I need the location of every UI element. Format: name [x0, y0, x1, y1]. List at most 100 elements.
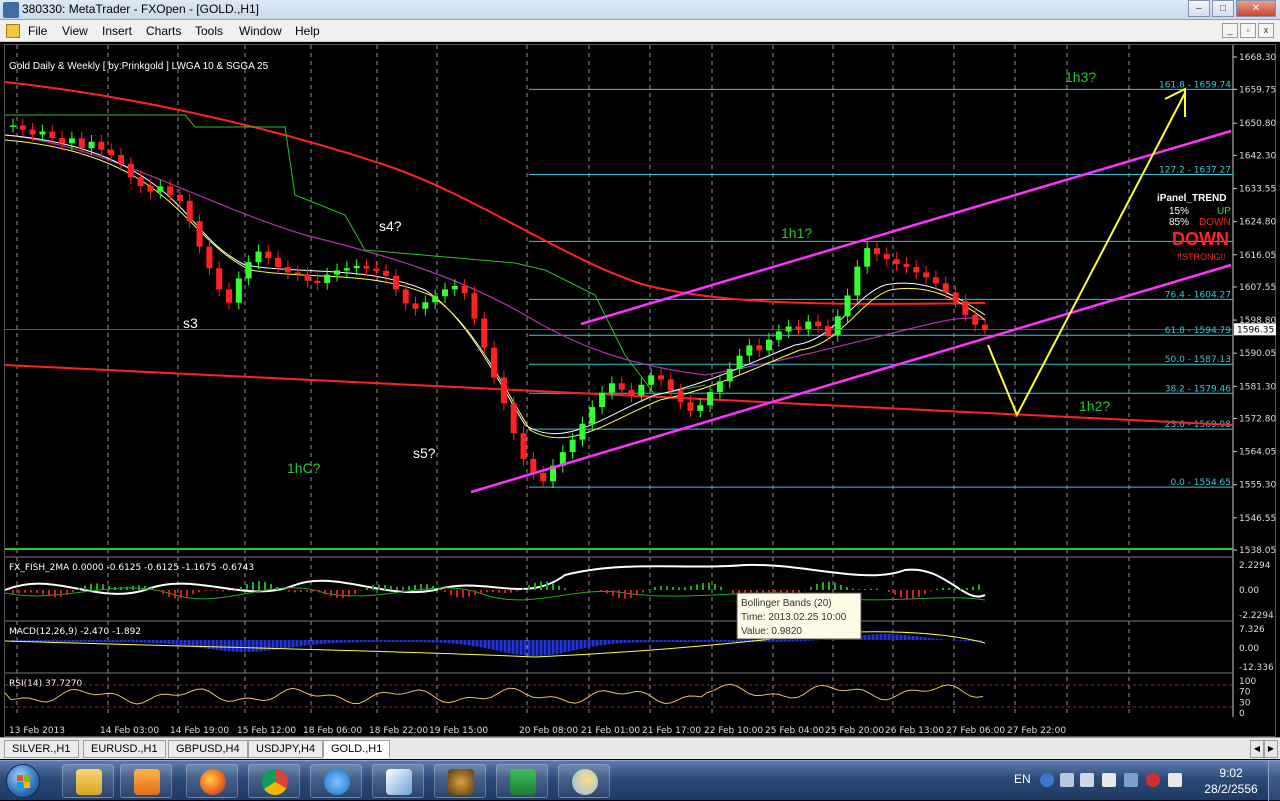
fib-level-label: 127.2 - 1637.27 [1159, 165, 1231, 175]
windows-logo-icon [17, 775, 31, 789]
tooltip-line: Time: 2013.02.25 10:00 [741, 612, 847, 623]
excel-icon[interactable] [496, 764, 548, 798]
candle-body [589, 407, 596, 424]
candle-body [883, 254, 890, 260]
pin-icon[interactable] [1060, 773, 1074, 787]
candle-body [874, 248, 880, 255]
keyboard-icon[interactable] [1080, 773, 1094, 787]
tab-usdjpy[interactable]: USDJPY,H4 [248, 740, 324, 758]
menu-view[interactable]: View [62, 24, 88, 38]
paint-icon[interactable] [558, 764, 610, 798]
candle-body [942, 283, 949, 293]
tooltip-line: Value: 0.9820 [741, 626, 802, 637]
chart-restore-button[interactable]: ▫ [1240, 23, 1256, 38]
ipanel-strong: !!STRONG!! [1177, 252, 1226, 262]
candle-body [235, 278, 242, 303]
candle-body [707, 391, 714, 406]
close-button[interactable]: ✕ [1236, 0, 1276, 17]
candle-body [196, 221, 203, 247]
candle-body [982, 324, 988, 330]
current-price-label: 1596.35 [1237, 325, 1274, 335]
chart-minimize-button[interactable]: _ [1222, 23, 1238, 38]
tab-gbpusd[interactable]: GBPUSD,H4 [168, 740, 248, 758]
candle-body [324, 274, 331, 283]
trading-app-icon[interactable] [434, 764, 486, 798]
time-tick-label: 18 Feb 06:00 [303, 726, 362, 736]
help-icon[interactable] [1040, 773, 1054, 787]
menu-tools[interactable]: Tools [195, 24, 223, 38]
candle-body [49, 131, 56, 138]
price-tick-label: 1633.55 [1239, 185, 1276, 195]
tab-eurusd[interactable]: EURUSD.,H1 [83, 740, 166, 758]
candle-body [59, 137, 66, 144]
chart-document-icon[interactable] [6, 24, 20, 38]
macd-indicator-tick-label: 0.00 [1239, 644, 1259, 654]
network-icon[interactable] [1124, 773, 1138, 787]
candle-body [186, 200, 193, 222]
menu-help[interactable]: Help [295, 24, 320, 38]
candle-body [628, 389, 635, 396]
menu-window[interactable]: Window [239, 24, 282, 38]
candle-body [88, 141, 95, 149]
tab-scroll-left-icon[interactable]: ◀ [1250, 740, 1264, 758]
candle-body [648, 375, 655, 385]
candle-body [304, 274, 311, 281]
flag-icon[interactable] [1102, 773, 1116, 787]
candle-body [638, 384, 645, 396]
fish-indicator-tick-label: 2.2294 [1239, 561, 1271, 571]
windows-taskbar: EN 9:02 28/2/2556 [0, 760, 1280, 801]
fish-indicator-label: FX_FISH_2MA 0.0000 -0.6125 -0.6125 -1.16… [9, 563, 254, 573]
candle-body [903, 264, 910, 268]
macd-indicator-tick-label: -12.336 [1239, 663, 1274, 673]
tab-scroll-right-icon[interactable]: ▶ [1264, 740, 1278, 758]
price-chart[interactable]: 13 Feb 2013 14 Feb 03:00 14 Feb 19:00 15 Fe… [5, 45, 1277, 738]
ipanel-down-pct: 85% [1169, 217, 1189, 228]
start-button[interactable] [6, 764, 40, 798]
candle-body [68, 138, 75, 144]
clock[interactable]: 9:02 28/2/2556 [1196, 765, 1266, 797]
chrome-icon[interactable] [248, 764, 300, 798]
price-tick-label: 1546.55 [1239, 514, 1276, 524]
candle-body [844, 295, 851, 317]
volume-muted-icon[interactable] [1146, 773, 1160, 787]
candle-body [29, 129, 36, 135]
price-tick-label: 1624.80 [1239, 218, 1276, 228]
candle-body [599, 392, 606, 408]
price-tick-label: 1650.80 [1239, 119, 1276, 129]
time-tick-label: 14 Feb 03:00 [100, 726, 159, 736]
maximize-button[interactable]: □ [1212, 0, 1234, 17]
network-app-icon[interactable] [372, 764, 424, 798]
chart-close-button[interactable]: x [1258, 23, 1274, 38]
macd-indicator-tick-label: 7.326 [1239, 625, 1265, 635]
wave-annotation: s5? [413, 445, 436, 461]
time-tick-label: 27 Feb 06:00 [946, 726, 1005, 736]
chart-window[interactable]: 13 Feb 2013 14 Feb 03:00 14 Feb 19:00 15 Fe… [4, 44, 1276, 737]
menu-insert[interactable]: Insert [102, 24, 132, 38]
menu-charts[interactable]: Charts [146, 24, 181, 38]
tab-silver[interactable]: SILVER.,H1 [4, 740, 79, 758]
candle-body [245, 262, 252, 279]
fib-level-label: 61.8 - 1594.79 [1165, 326, 1231, 336]
firefox-icon[interactable] [186, 764, 238, 798]
language-indicator[interactable]: EN [1014, 772, 1031, 786]
minimize-button[interactable]: – [1188, 0, 1210, 17]
media-player-icon[interactable] [120, 764, 172, 798]
windows-explorer-icon[interactable] [62, 764, 114, 798]
menu-file[interactable]: File [28, 24, 47, 38]
show-desktop-button[interactable] [1268, 761, 1280, 801]
candle-body [726, 368, 733, 382]
candle-body [471, 293, 478, 319]
candle-body [216, 268, 223, 290]
candle-body [864, 248, 871, 267]
internet-explorer-icon[interactable] [310, 764, 362, 798]
display-icon[interactable] [1168, 773, 1182, 787]
tab-gold[interactable]: GOLD.,H1 [323, 740, 391, 758]
menu-bar: File View Insert Charts Tools Window Hel… [0, 20, 1280, 42]
fib-level-label: 0.0 - 1554.65 [1171, 478, 1232, 488]
candle-body [775, 331, 782, 340]
candle-body [275, 257, 282, 268]
title-bar: 380330: MetaTrader - FXOpen - [GOLD.,H1]… [0, 0, 1280, 20]
candle-body [540, 472, 547, 482]
metatrader-app-icon [3, 2, 19, 18]
tooltip-line: Bollinger Bands (20) [741, 598, 832, 609]
